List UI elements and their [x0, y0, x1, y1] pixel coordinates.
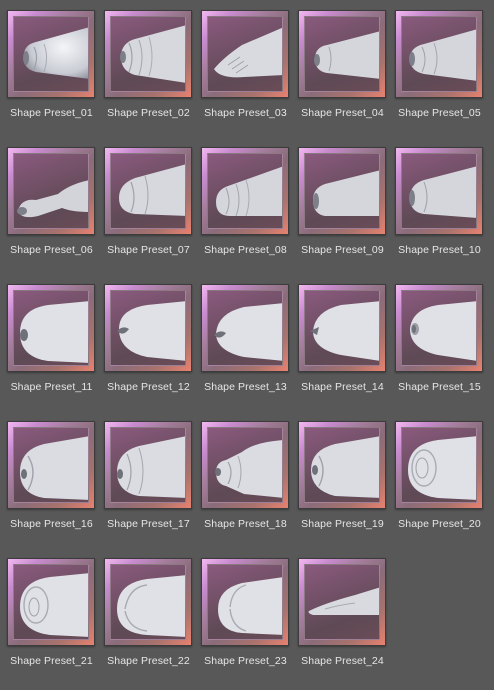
preset-tile[interactable]: Shape Preset_02: [97, 0, 194, 130]
preset-tile[interactable]: Shape Preset_03: [194, 0, 291, 130]
preset-tile[interactable]: Shape Preset_10: [388, 137, 485, 267]
preset-tile[interactable]: Shape Preset_14: [291, 274, 388, 404]
preset-thumbnail[interactable]: [298, 421, 386, 509]
shape-preset-icon: [308, 587, 379, 615]
preset-tile[interactable]: Shape Preset_06: [0, 137, 97, 267]
preset-label: Shape Preset_01: [10, 107, 93, 119]
preset-label: Shape Preset_17: [107, 518, 190, 530]
shape-preset-icon: [117, 575, 185, 637]
preset-thumbnail[interactable]: [7, 10, 95, 98]
preset-tile[interactable]: Shape Preset_09: [291, 137, 388, 267]
shape-preset-icon: [409, 166, 476, 218]
preset-tile[interactable]: Shape Preset_21: [0, 548, 97, 678]
preset-thumbnail[interactable]: [7, 284, 95, 372]
preset-thumbnail[interactable]: [104, 558, 192, 646]
preset-tile[interactable]: Shape Preset_12: [97, 274, 194, 404]
preset-thumbnail[interactable]: [201, 421, 289, 509]
preset-thumbnail[interactable]: [104, 284, 192, 372]
preset-label: Shape Preset_09: [301, 244, 384, 256]
shape-preset-icon: [310, 301, 379, 361]
preset-thumbnail[interactable]: [395, 147, 483, 235]
preset-grid: Shape Preset_01 Shape Preset_02 Shape Pr…: [0, 0, 494, 690]
shape-preset-icon: [218, 577, 282, 635]
preset-thumbnail[interactable]: [201, 558, 289, 646]
preset-tile[interactable]: Shape Preset_20: [388, 411, 485, 541]
preset-tile[interactable]: Shape Preset_13: [194, 274, 291, 404]
preset-tile[interactable]: Shape Preset_18: [194, 411, 291, 541]
preset-tile[interactable]: Shape Preset_07: [97, 137, 194, 267]
preset-tile[interactable]: Shape Preset_08: [194, 137, 291, 267]
preset-tile[interactable]: Shape Preset_16: [0, 411, 97, 541]
shape-preset-icon: [313, 170, 379, 216]
preset-label: Shape Preset_21: [10, 655, 93, 667]
preset-label: Shape Preset_19: [301, 518, 384, 530]
preset-label: Shape Preset_11: [10, 381, 93, 393]
preset-tile[interactable]: Shape Preset_23: [194, 548, 291, 678]
preset-thumbnail[interactable]: [7, 421, 95, 509]
preset-thumbnail[interactable]: [7, 147, 95, 235]
preset-label: Shape Preset_15: [398, 381, 481, 393]
shape-preset-icon: [409, 29, 476, 81]
preset-thumbnail[interactable]: [298, 10, 386, 98]
preset-label: Shape Preset_03: [204, 107, 287, 119]
shape-preset-icon: [119, 164, 185, 216]
preset-label: Shape Preset_10: [398, 244, 481, 256]
shape-preset-icon: [214, 27, 282, 78]
preset-label: Shape Preset_18: [204, 518, 287, 530]
shape-preset-icon: [314, 31, 379, 79]
shape-preset-icon: [20, 573, 88, 637]
shape-preset-icon: [120, 25, 185, 83]
preset-label: Shape Preset_08: [204, 244, 287, 256]
shape-preset-icon: [17, 180, 88, 218]
shape-preset-icon: [214, 303, 282, 361]
preset-label: Shape Preset_05: [398, 107, 481, 119]
preset-thumbnail[interactable]: [104, 421, 192, 509]
shape-preset-icon: [408, 436, 476, 500]
shape-preset-icon: [117, 436, 185, 498]
preset-thumbnail[interactable]: [298, 284, 386, 372]
shape-preset-icon: [117, 301, 185, 361]
preset-thumbnail[interactable]: [201, 10, 289, 98]
preset-thumbnail[interactable]: [395, 421, 483, 509]
preset-tile[interactable]: Shape Preset_05: [388, 0, 485, 130]
preset-label: Shape Preset_22: [107, 655, 190, 667]
preset-tile[interactable]: Shape Preset_01: [0, 0, 97, 130]
shape-preset-icon: [311, 436, 379, 498]
preset-tile[interactable]: Shape Preset_04: [291, 0, 388, 130]
preset-tile[interactable]: Shape Preset_11: [0, 274, 97, 404]
preset-label: Shape Preset_13: [204, 381, 287, 393]
preset-tile[interactable]: Shape Preset_15: [388, 274, 485, 404]
preset-thumbnail[interactable]: [201, 147, 289, 235]
shape-preset-icon: [215, 440, 282, 498]
preset-thumbnail[interactable]: [104, 10, 192, 98]
preset-label: Shape Preset_14: [301, 381, 384, 393]
preset-label: Shape Preset_16: [10, 518, 93, 530]
shape-preset-icon: [216, 166, 282, 217]
shape-preset-icon: [23, 27, 88, 79]
preset-tile[interactable]: Shape Preset_17: [97, 411, 194, 541]
preset-thumbnail[interactable]: [104, 147, 192, 235]
preset-label: Shape Preset_06: [10, 244, 93, 256]
preset-thumbnail[interactable]: [395, 284, 483, 372]
preset-thumbnail[interactable]: [395, 10, 483, 98]
preset-thumbnail[interactable]: [7, 558, 95, 646]
preset-label: Shape Preset_07: [107, 244, 190, 256]
preset-label: Shape Preset_20: [398, 518, 481, 530]
shape-preset-icon: [20, 436, 88, 500]
preset-thumbnail[interactable]: [298, 147, 386, 235]
preset-tile[interactable]: Shape Preset_24: [291, 548, 388, 678]
preset-thumbnail[interactable]: [298, 558, 386, 646]
preset-label: Shape Preset_23: [204, 655, 287, 667]
preset-label: Shape Preset_12: [107, 381, 190, 393]
preset-tile[interactable]: Shape Preset_19: [291, 411, 388, 541]
preset-label: Shape Preset_04: [301, 107, 384, 119]
preset-thumbnail[interactable]: [201, 284, 289, 372]
shape-preset-icon: [410, 301, 476, 361]
preset-label: Shape Preset_02: [107, 107, 190, 119]
shape-preset-icon: [20, 301, 88, 363]
preset-label: Shape Preset_24: [301, 655, 384, 667]
preset-tile[interactable]: Shape Preset_22: [97, 548, 194, 678]
